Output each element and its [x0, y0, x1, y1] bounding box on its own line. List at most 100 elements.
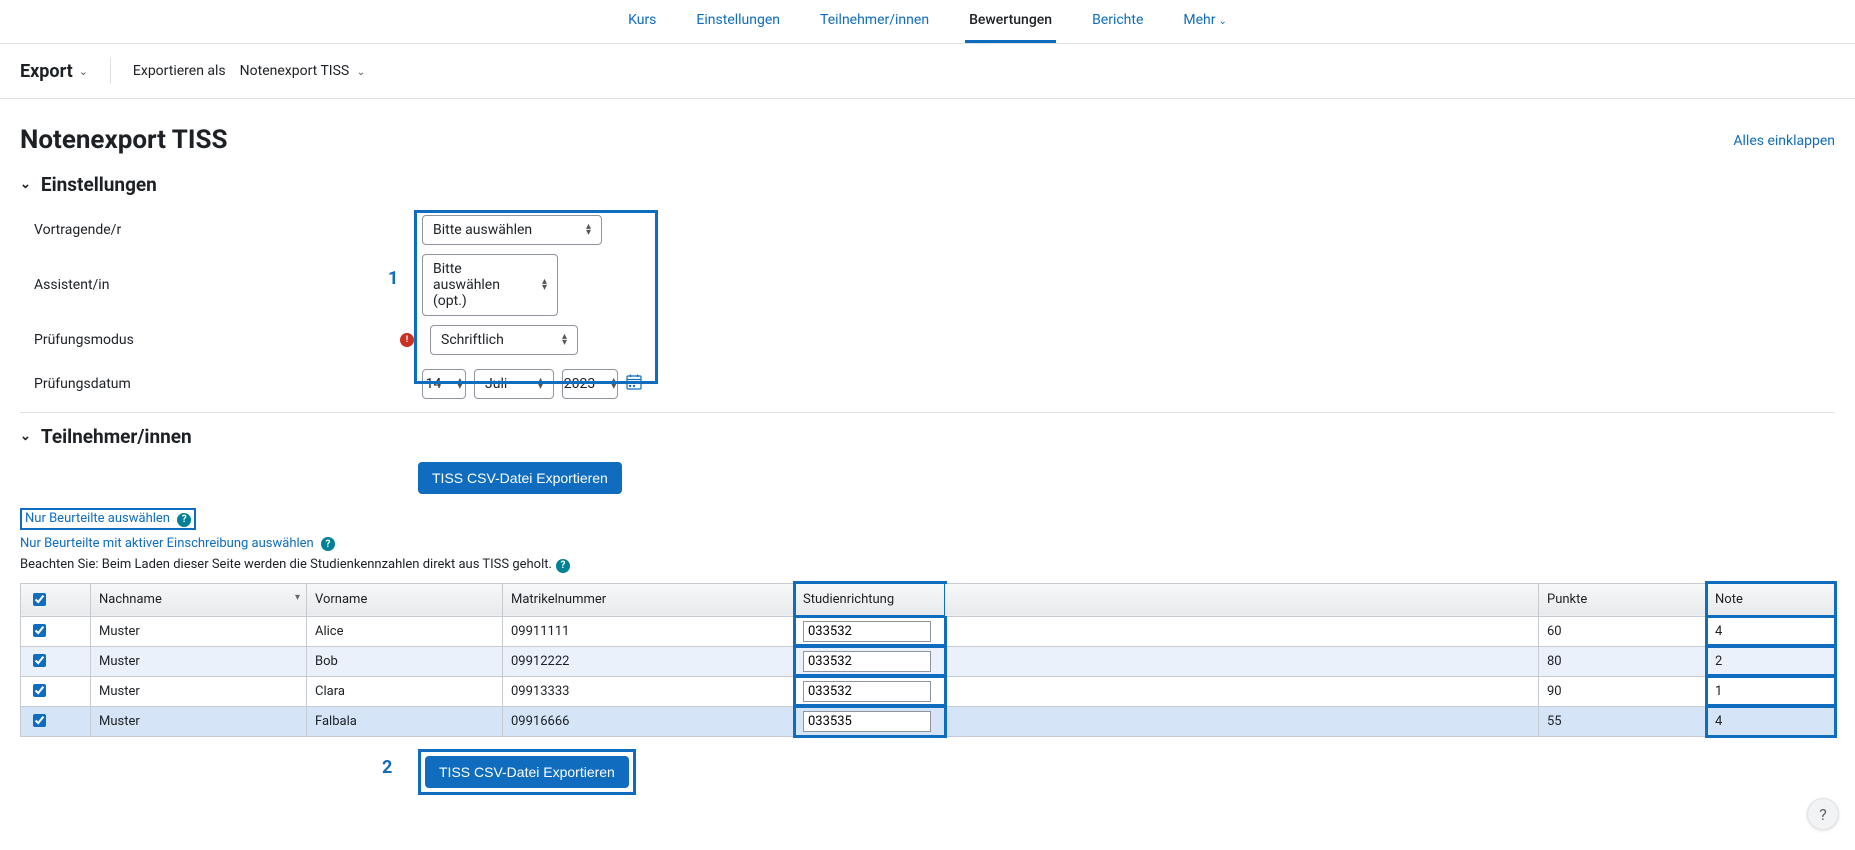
select-all-checkbox[interactable]: [33, 593, 46, 606]
cell-blank: [945, 676, 1539, 706]
participants-table: Nachname Vorname Matrikelnummer Studienr…: [20, 583, 1835, 737]
tab-bewertungen[interactable]: Bewertungen: [965, 0, 1056, 43]
table-row: MusterBob09912222 802: [21, 646, 1835, 676]
row-checkbox[interactable]: [33, 654, 46, 667]
input-studienrichtung[interactable]: [803, 621, 931, 642]
select-vortragende[interactable]: Bitte auswählen ▴▾: [422, 215, 602, 245]
tab-mehr-label: Mehr: [1183, 12, 1215, 28]
cell-note: 2: [1707, 646, 1835, 676]
section-toggle-teilnehmer[interactable]: ⌄ Teilnehmer/innen: [20, 425, 1835, 448]
col-header-studienrichtung[interactable]: Studienrichtung: [795, 583, 945, 616]
required-icon: !: [400, 333, 414, 347]
cell-note: 4: [1707, 706, 1835, 736]
table-row: MusterAlice09911111604: [21, 616, 1835, 646]
cell-matrikel: 09911111: [503, 616, 795, 646]
select-vortragende-value: Bitte auswählen: [433, 222, 532, 238]
updown-icon: ▴▾: [562, 334, 567, 346]
select-assistent[interactable]: Bitte auswählen (opt.) ▴▾: [422, 254, 558, 316]
col-header-vorname[interactable]: Vorname: [307, 583, 503, 616]
table-row: MusterFalbala09916666554: [21, 706, 1835, 736]
tab-teilnehmer[interactable]: Teilnehmer/innen: [816, 0, 933, 43]
label-assistent: Assistent/in: [20, 277, 368, 293]
course-nav-tabs: Kurs Einstellungen Teilnehmer/innen Bewe…: [0, 0, 1855, 44]
section-title-einstellungen: Einstellungen: [41, 173, 157, 196]
page-title: Notenexport TISS: [20, 125, 1835, 155]
row-checkbox[interactable]: [33, 684, 46, 697]
cell-blank: [945, 646, 1539, 676]
updown-icon: ▴▾: [542, 279, 547, 291]
row-checkbox[interactable]: [33, 714, 46, 727]
col-header-nachname[interactable]: Nachname: [91, 583, 307, 616]
tab-einstellungen[interactable]: Einstellungen: [692, 0, 784, 43]
help-fab[interactable]: ?: [1807, 798, 1839, 830]
select-day-value: 14: [426, 376, 442, 392]
cell-punkte: 60: [1539, 616, 1707, 646]
updown-icon: ▴▾: [586, 224, 591, 236]
input-studienrichtung[interactable]: [803, 651, 931, 672]
section-toggle-einstellungen[interactable]: ⌄ Einstellungen: [20, 173, 1835, 196]
col-header-note[interactable]: Note: [1707, 583, 1835, 616]
tab-mehr[interactable]: Mehr ⌄: [1179, 0, 1231, 43]
row-checkbox[interactable]: [33, 624, 46, 637]
annotation-box-2: TISS CSV-Datei Exportieren: [418, 749, 636, 795]
annotation-number-2: 2: [382, 757, 392, 778]
divider: [20, 412, 1835, 413]
cell-matrikel: 09912222: [503, 646, 795, 676]
cell-nachname: Muster: [91, 616, 307, 646]
table-row: MusterClara09913333901: [21, 676, 1835, 706]
cell-nachname: Muster: [91, 706, 307, 736]
export-dropdown-label: Export: [20, 61, 73, 82]
cell-note: 4: [1707, 616, 1835, 646]
chevron-down-icon: ⌄: [20, 177, 31, 192]
export-type-dropdown[interactable]: Notenexport TISS ⌄: [240, 63, 365, 79]
secondary-header: Export ⌄ Exportieren als Notenexport TIS…: [0, 44, 1855, 99]
export-csv-button-top[interactable]: TISS CSV-Datei Exportieren: [418, 462, 622, 494]
link-only-graded[interactable]: Nur Beurteilte auswählen: [25, 511, 170, 526]
link-only-graded-enrolled[interactable]: Nur Beurteilte mit aktiver Einschreibung…: [20, 536, 314, 551]
col-header-blank: [945, 583, 1539, 616]
cell-punkte: 80: [1539, 646, 1707, 676]
col-header-punkte[interactable]: Punkte: [1539, 583, 1707, 616]
settings-form: 1 Vortragende/r Bitte auswählen ▴▾ Assis…: [20, 210, 1835, 404]
select-assistent-value: Bitte auswählen (opt.): [433, 261, 532, 309]
label-vortragende: Vortragende/r: [20, 222, 368, 238]
export-type-value: Notenexport TISS: [240, 63, 350, 79]
cell-punkte: 90: [1539, 676, 1707, 706]
select-month-value: Juli: [485, 376, 507, 392]
cell-matrikel: 09913333: [503, 676, 795, 706]
export-csv-button-bottom[interactable]: TISS CSV-Datei Exportieren: [425, 756, 629, 788]
export-dropdown-toggle[interactable]: ⌄: [79, 65, 88, 78]
select-year[interactable]: 2023 ▴▾: [562, 369, 618, 399]
input-studienrichtung[interactable]: [803, 681, 931, 702]
select-day[interactable]: 14 ▴▾: [422, 369, 466, 399]
label-pruefungsmodus: Prüfungsmodus: [20, 332, 368, 348]
select-year-value: 2023: [564, 376, 595, 392]
section-title-teilnehmer: Teilnehmer/innen: [41, 425, 192, 448]
updown-icon: ▴▾: [538, 378, 543, 390]
updown-icon: ▴▾: [457, 378, 462, 390]
updown-icon: ▴▾: [611, 378, 616, 390]
label-pruefungsdatum: Prüfungsdatum: [20, 376, 368, 392]
select-pruefungsmodus-value: Schriftlich: [441, 332, 504, 348]
note-text-content: Beachten Sie: Beim Laden dieser Seite we…: [20, 557, 552, 572]
col-header-matrikel[interactable]: Matrikelnummer: [503, 583, 795, 616]
tab-berichte[interactable]: Berichte: [1088, 0, 1147, 43]
select-pruefungsmodus[interactable]: Schriftlich ▴▾: [430, 325, 578, 355]
cell-punkte: 55: [1539, 706, 1707, 736]
input-studienrichtung[interactable]: [803, 711, 931, 732]
cell-vorname: Bob: [307, 646, 503, 676]
help-icon[interactable]: ?: [177, 513, 191, 527]
cell-vorname: Falbala: [307, 706, 503, 736]
divider: [110, 58, 111, 84]
calendar-icon[interactable]: [626, 374, 642, 394]
select-month[interactable]: Juli ▴▾: [474, 369, 554, 399]
cell-blank: [945, 616, 1539, 646]
cell-nachname: Muster: [91, 646, 307, 676]
collapse-all-link[interactable]: Alles einklappen: [1733, 133, 1835, 149]
help-icon[interactable]: ?: [556, 559, 570, 573]
chevron-down-icon: ⌄: [1219, 16, 1227, 27]
help-icon[interactable]: ?: [321, 537, 335, 551]
annotation-box-link-graded: Nur Beurteilte auswählen ?: [20, 508, 196, 530]
tab-kurs[interactable]: Kurs: [624, 0, 660, 43]
export-as-label: Exportieren als: [133, 63, 226, 79]
